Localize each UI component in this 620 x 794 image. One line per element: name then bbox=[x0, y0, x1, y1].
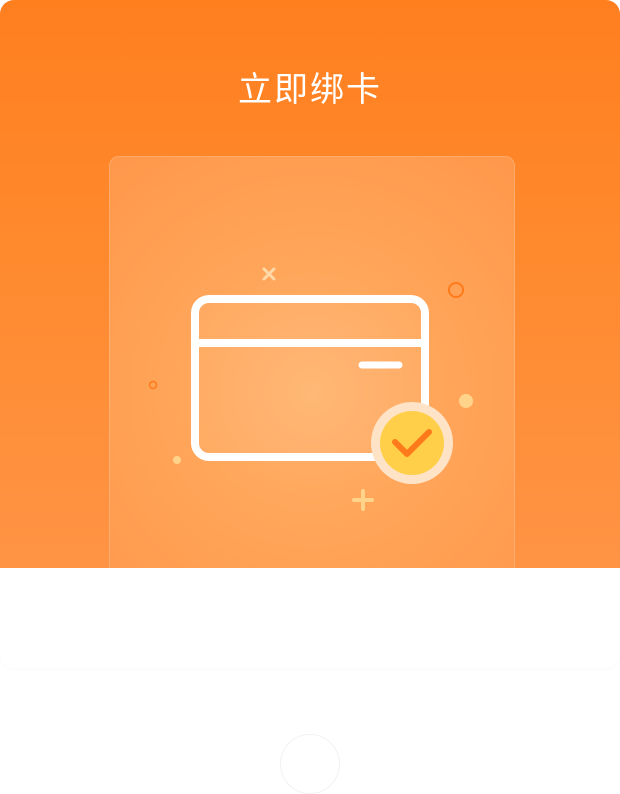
sparkle-plus-icon bbox=[352, 489, 374, 511]
dialog-bottom-area bbox=[0, 568, 620, 668]
sparkle-ring-icon bbox=[448, 282, 464, 298]
sparkle-x-icon bbox=[262, 267, 276, 281]
close-circle-button[interactable] bbox=[280, 734, 340, 794]
dialog-title: 立即绑卡 bbox=[238, 70, 382, 110]
sparkle-dot-small-icon bbox=[173, 456, 181, 464]
sparkle-dot-icon bbox=[459, 394, 473, 408]
checkmark-badge-icon bbox=[371, 402, 453, 484]
sparkle-ring-small-icon bbox=[148, 380, 158, 390]
bind-card-dialog: 立即绑卡 bbox=[0, 0, 620, 668]
bind-card-illustration bbox=[148, 267, 473, 511]
